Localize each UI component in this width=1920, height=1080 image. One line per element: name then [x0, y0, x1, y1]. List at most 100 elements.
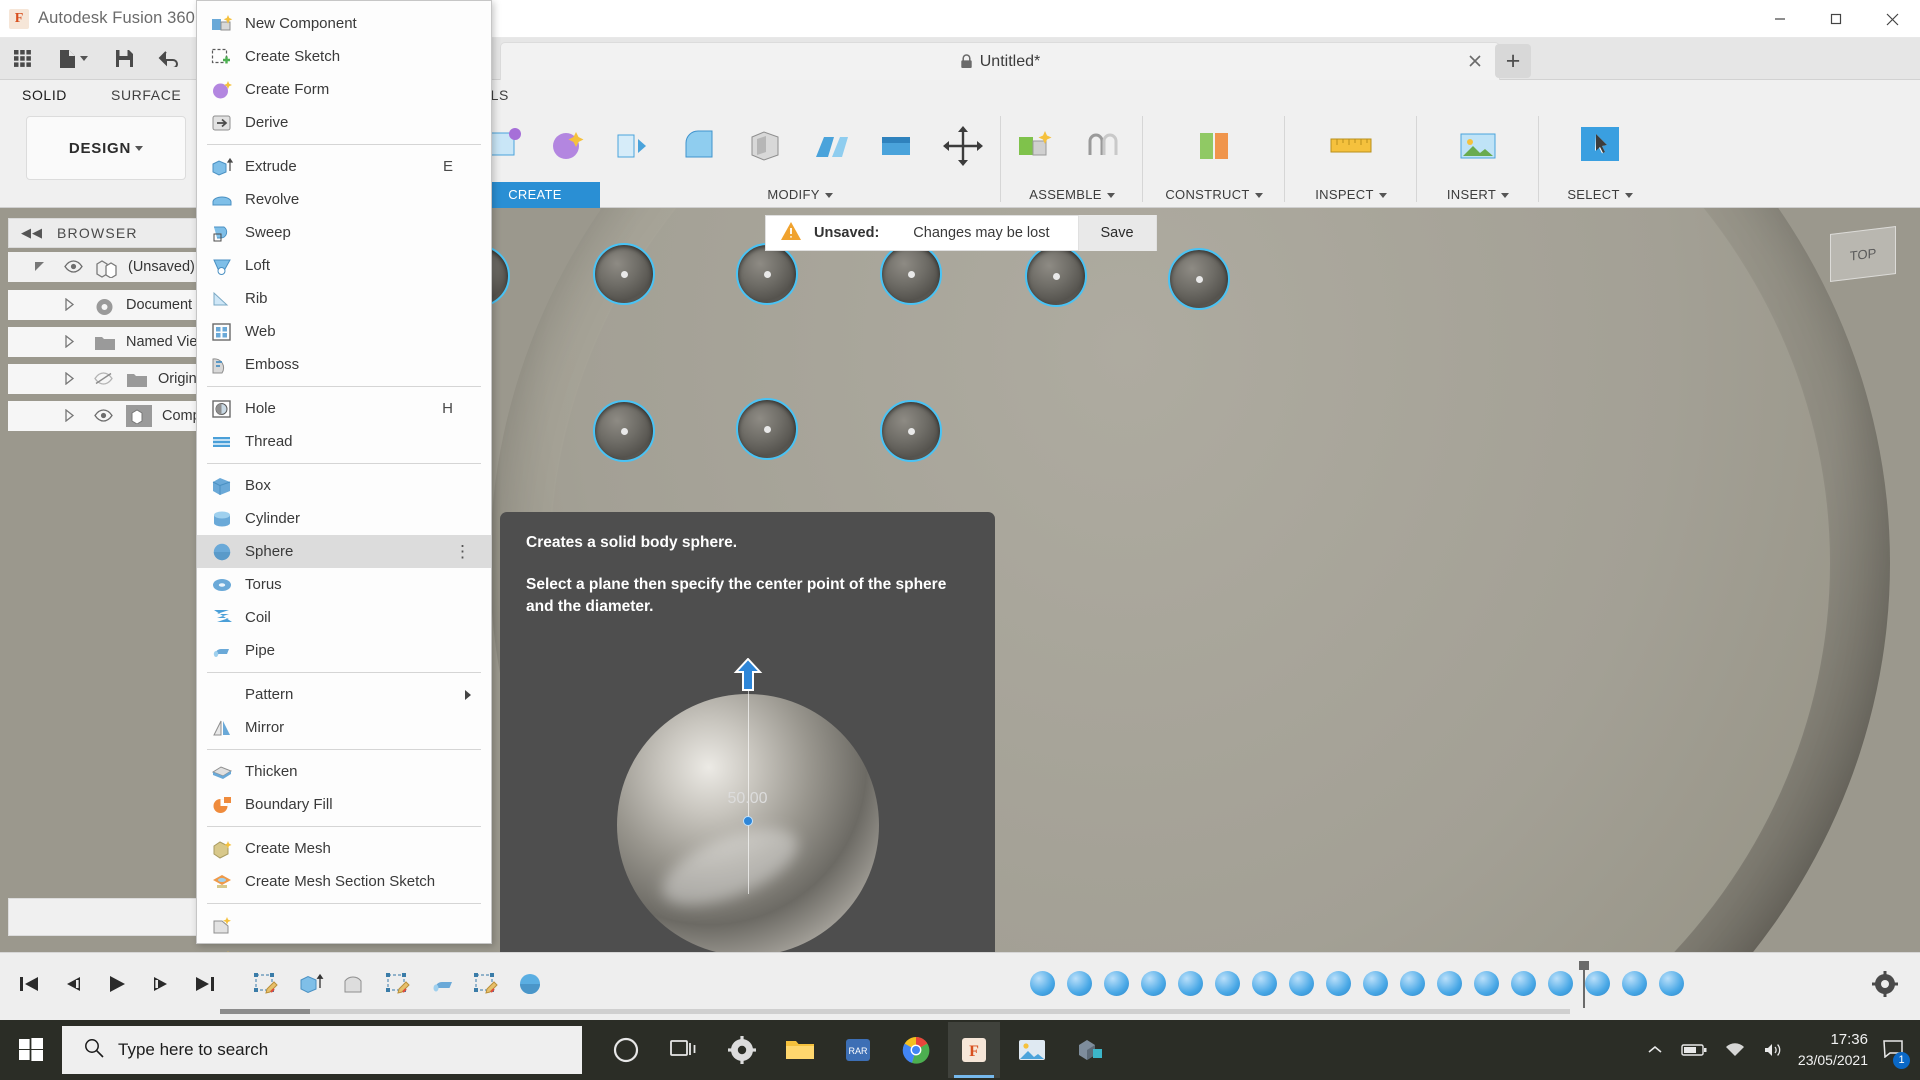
view-cube[interactable]: TOP — [1830, 226, 1896, 282]
windows-start-icon[interactable] — [0, 1020, 62, 1080]
menu-item-emboss[interactable]: Emboss — [197, 348, 491, 381]
menu-item-torus[interactable]: Torus — [197, 568, 491, 601]
timeline-dot[interactable] — [1252, 971, 1277, 996]
timeline-dot[interactable] — [1178, 971, 1203, 996]
menu-item-extrude[interactable]: Extrude E — [197, 150, 491, 183]
ribbon-group-label-construct[interactable]: CONSTRUCT — [1144, 187, 1284, 202]
file-icon[interactable] — [44, 38, 102, 80]
minimize-icon[interactable] — [1752, 0, 1808, 38]
press-pull-icon[interactable] — [600, 116, 666, 176]
ribbon-group-label-create[interactable]: CREATE — [470, 187, 600, 202]
workspace-selector[interactable]: DESIGN — [26, 116, 186, 180]
skip-to-start-icon[interactable] — [18, 974, 40, 999]
timeline-end-marker[interactable] — [1578, 959, 1588, 1003]
new-component-icon[interactable] — [1002, 116, 1068, 176]
save-button[interactable]: Save — [1078, 215, 1156, 251]
hole-feature[interactable] — [1168, 248, 1230, 310]
pipe-feature-icon[interactable] — [430, 972, 456, 1001]
menu-item-boundary-fill[interactable]: Boundary Fill — [197, 788, 491, 821]
timeline-dot[interactable] — [1067, 971, 1092, 996]
file-explorer-icon[interactable] — [774, 1022, 826, 1078]
menu-item-coil[interactable]: Coil — [197, 601, 491, 634]
menu-item-create-sketch[interactable]: Create Sketch — [197, 40, 491, 73]
menu-item-revolve[interactable]: Revolve — [197, 183, 491, 216]
visibility-eye-icon[interactable] — [94, 409, 112, 423]
play-icon[interactable] — [106, 974, 128, 999]
skip-to-end-icon[interactable] — [194, 974, 216, 999]
menu-item-pipe[interactable]: Pipe — [197, 634, 491, 667]
menu-item-create-form[interactable]: Create Form — [197, 73, 491, 106]
gear-icon[interactable] — [1872, 971, 1898, 1002]
timeline-dot[interactable] — [1511, 971, 1536, 996]
timeline-dot[interactable] — [1104, 971, 1129, 996]
collapse-left-icon[interactable]: ◀◀ — [21, 225, 43, 241]
joint-icon[interactable] — [1068, 116, 1134, 176]
ribbon-group-label-inspect[interactable]: INSPECT — [1286, 187, 1416, 202]
menu-item-pattern[interactable]: Pattern — [197, 678, 491, 711]
taskbar-clock[interactable]: 17:36 23/05/2021 — [1798, 1030, 1868, 1069]
tab-close-icon[interactable] — [1467, 53, 1485, 71]
fusion360-icon[interactable]: F — [948, 1022, 1000, 1078]
step-back-icon[interactable] — [62, 974, 84, 999]
expand-arrow-icon[interactable] — [64, 298, 78, 312]
expand-arrow-icon[interactable] — [34, 260, 48, 274]
menu-item-sweep[interactable]: Sweep — [197, 216, 491, 249]
extrude-feature-icon[interactable] — [298, 972, 324, 1001]
timeline-dot[interactable] — [1400, 971, 1425, 996]
visibility-eye-off-icon[interactable] — [94, 372, 112, 386]
timeline-dot[interactable] — [1030, 971, 1055, 996]
ribbon-group-label-insert[interactable]: INSERT — [1418, 187, 1538, 202]
hole-feature[interactable] — [880, 400, 942, 462]
menu-item-web[interactable]: Web — [197, 315, 491, 348]
timeline-dot[interactable] — [1548, 971, 1573, 996]
hole-feature[interactable] — [736, 243, 798, 305]
3d-viewer-icon[interactable] — [1064, 1022, 1116, 1078]
hole-feature[interactable] — [880, 243, 942, 305]
app-grid-icon[interactable] — [0, 38, 44, 80]
menu-item-new-component[interactable]: New Component — [197, 7, 491, 40]
chrome-icon[interactable] — [890, 1022, 942, 1078]
menu-item-sphere[interactable]: Sphere ⋮ — [197, 535, 491, 568]
fillet-icon[interactable] — [666, 116, 732, 176]
timeline-dot[interactable] — [1215, 971, 1240, 996]
wifi-icon[interactable] — [1725, 1042, 1745, 1058]
expand-arrow-icon[interactable] — [64, 409, 78, 423]
timeline-dot[interactable] — [1622, 971, 1647, 996]
sketch-feature-icon[interactable] — [386, 972, 412, 1001]
menu-item-overflow-icon[interactable]: ⋮ — [454, 543, 471, 560]
menu-item-loft[interactable]: Loft — [197, 249, 491, 282]
select-icon[interactable] — [1567, 116, 1633, 176]
undo-icon[interactable] — [146, 38, 190, 80]
tab-solid[interactable]: SOLID — [0, 87, 89, 103]
menu-item-cylinder[interactable]: Cylinder — [197, 502, 491, 535]
taskbar-search-box[interactable]: Type here to search — [62, 1026, 582, 1074]
menu-item-rib[interactable]: Rib — [197, 282, 491, 315]
shell-icon[interactable] — [732, 116, 798, 176]
menu-item-create-base-feature[interactable] — [197, 909, 491, 942]
menu-item-mirror[interactable]: Mirror — [197, 711, 491, 744]
show-hidden-icons-icon[interactable] — [1647, 1043, 1663, 1057]
timeline-dot[interactable] — [1141, 971, 1166, 996]
timeline-dot[interactable] — [1437, 971, 1462, 996]
menu-item-derive[interactable]: Derive — [197, 106, 491, 139]
photos-icon[interactable] — [1006, 1022, 1058, 1078]
document-tab[interactable]: Untitled* — [500, 42, 1500, 80]
menu-item-hole[interactable]: Hole H — [197, 392, 491, 425]
sketch-feature-icon[interactable] — [474, 972, 500, 1001]
ribbon-group-label-modify[interactable]: MODIFY — [600, 187, 1000, 202]
revolve-feature-icon[interactable] — [342, 972, 368, 1001]
menu-item-box[interactable]: Box — [197, 469, 491, 502]
move-copy-icon[interactable] — [930, 116, 996, 176]
save-icon[interactable] — [102, 38, 146, 80]
timeline-track[interactable] — [0, 1009, 1570, 1014]
maximize-icon[interactable] — [1808, 0, 1864, 38]
offset-plane-icon[interactable] — [1181, 116, 1247, 176]
menu-item-thicken[interactable]: Thicken — [197, 755, 491, 788]
battery-icon[interactable] — [1681, 1043, 1707, 1057]
hole-feature[interactable] — [593, 243, 655, 305]
create-form-icon[interactable] — [535, 116, 600, 176]
ribbon-group-label-select[interactable]: SELECT — [1540, 187, 1660, 202]
scale-icon[interactable] — [864, 116, 930, 176]
measure-icon[interactable] — [1318, 116, 1384, 176]
new-tab-button[interactable]: + — [1495, 44, 1531, 78]
